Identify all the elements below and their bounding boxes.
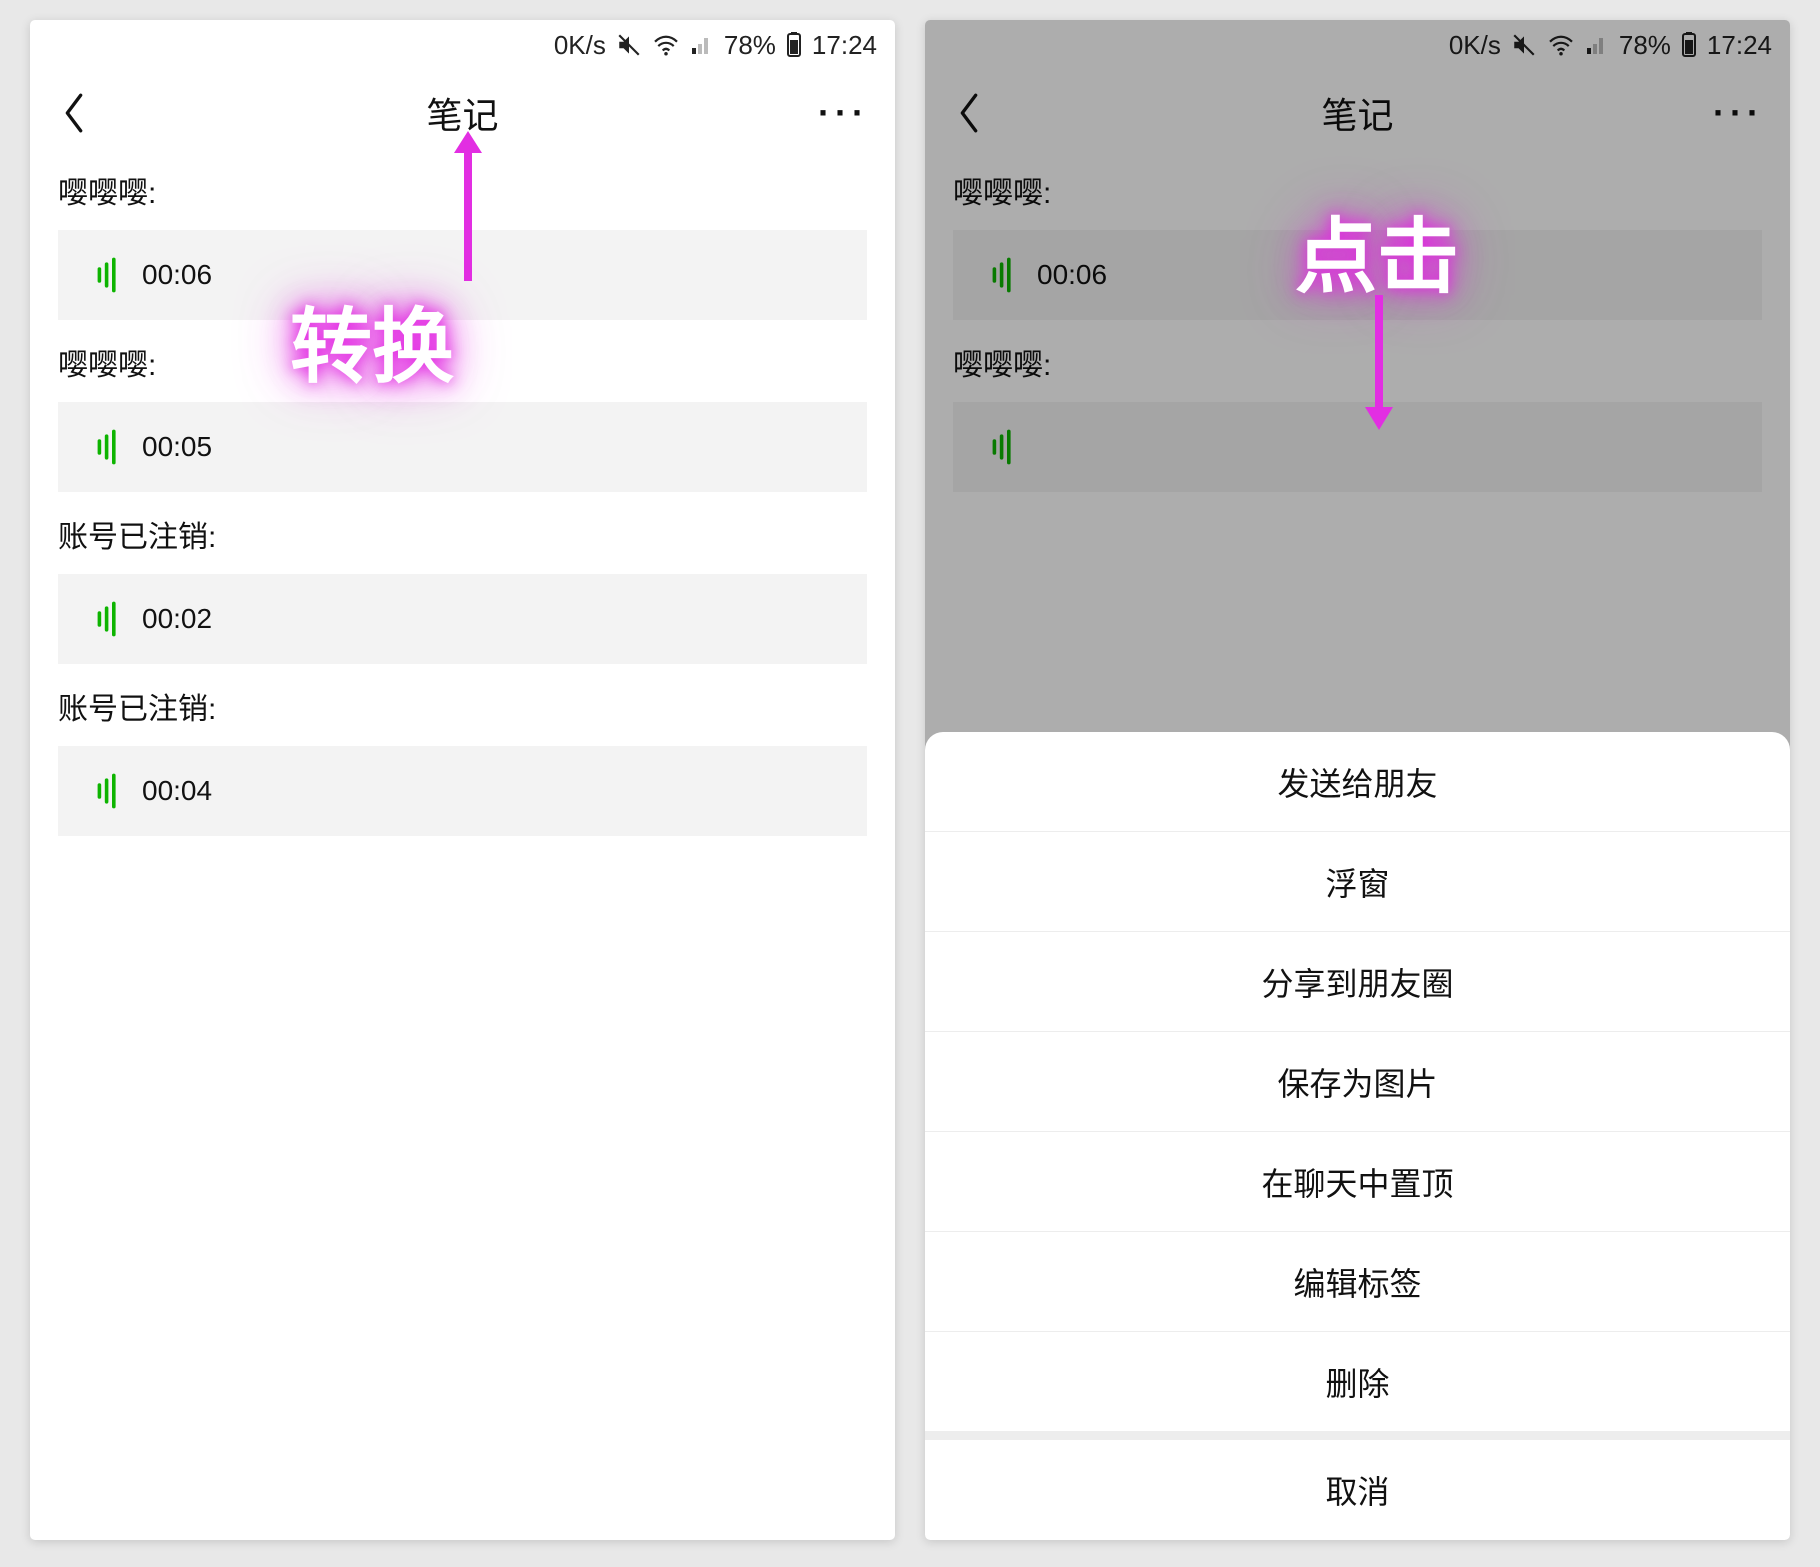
option-delete[interactable]: 删除 bbox=[925, 1332, 1790, 1432]
voice-message[interactable]: 00:06 bbox=[953, 230, 1762, 320]
signal-icon bbox=[690, 34, 714, 56]
duration: 00:05 bbox=[142, 431, 212, 463]
voice-entry: 嘤嘤嘤: bbox=[925, 328, 1790, 500]
wifi-icon bbox=[652, 34, 680, 56]
option-float-window[interactable]: 浮窗 bbox=[925, 832, 1790, 932]
back-button[interactable] bbox=[50, 89, 98, 137]
note-content: 嘤嘤嘤: 00:06 嘤嘤嘤: bbox=[925, 156, 1790, 500]
battery-percent: 78% bbox=[1619, 30, 1671, 61]
option-send-to-friend[interactable]: 发送给朋友 bbox=[925, 732, 1790, 832]
voice-entry: 嘤嘤嘤: 00:06 bbox=[925, 156, 1790, 328]
option-edit-tags[interactable]: 编辑标签 bbox=[925, 1232, 1790, 1332]
voice-entry: 账号已注销: 00:04 bbox=[30, 672, 895, 844]
battery-icon bbox=[786, 32, 802, 58]
status-bar: 0K/s 78% 17:24 bbox=[30, 20, 895, 70]
sheet-spacer bbox=[925, 1432, 1790, 1440]
status-bar: 0K/s 78% 17:24 bbox=[925, 20, 1790, 70]
net-speed: 0K/s bbox=[1449, 30, 1501, 61]
page-title: 笔记 bbox=[426, 87, 498, 139]
voice-icon bbox=[989, 429, 1019, 465]
voice-icon bbox=[94, 257, 124, 293]
phone-left: 0K/s 78% 17:24 笔记 ··· 嘤嘤嘤: 00: bbox=[30, 20, 895, 1540]
more-button[interactable]: ··· bbox=[1713, 92, 1770, 134]
more-button[interactable]: ··· bbox=[818, 92, 875, 134]
voice-message[interactable] bbox=[953, 402, 1762, 492]
net-speed: 0K/s bbox=[554, 30, 606, 61]
mute-icon bbox=[1511, 32, 1537, 58]
mute-icon bbox=[616, 32, 642, 58]
duration: 00:06 bbox=[142, 259, 212, 291]
voice-message[interactable]: 00:02 bbox=[58, 574, 867, 664]
phone-right: 0K/s 78% 17:24 笔记 ··· 嘤嘤嘤: 00: bbox=[925, 20, 1790, 1540]
voice-entry: 嘤嘤嘤: 00:05 bbox=[30, 328, 895, 500]
voice-message[interactable]: 00:05 bbox=[58, 402, 867, 492]
voice-icon bbox=[94, 773, 124, 809]
battery-icon bbox=[1681, 32, 1697, 58]
navbar: 笔记 ··· bbox=[925, 70, 1790, 156]
option-save-as-image[interactable]: 保存为图片 bbox=[925, 1032, 1790, 1132]
duration: 00:04 bbox=[142, 775, 212, 807]
voice-entry: 嘤嘤嘤: 00:06 bbox=[30, 156, 895, 328]
duration: 00:02 bbox=[142, 603, 212, 635]
action-sheet: 发送给朋友 浮窗 分享到朋友圈 保存为图片 在聊天中置顶 编辑标签 删除 取消 bbox=[925, 732, 1790, 1540]
page-title: 笔记 bbox=[1321, 87, 1393, 139]
sender-label: 嘤嘤嘤: bbox=[953, 168, 1762, 212]
option-pin-in-chat[interactable]: 在聊天中置顶 bbox=[925, 1132, 1790, 1232]
sender-label: 账号已注销: bbox=[58, 512, 867, 556]
wifi-icon bbox=[1547, 34, 1575, 56]
voice-icon bbox=[94, 429, 124, 465]
sender-label: 嘤嘤嘤: bbox=[58, 168, 867, 212]
sender-label: 嘤嘤嘤: bbox=[58, 340, 867, 384]
voice-message[interactable]: 00:06 bbox=[58, 230, 867, 320]
sender-label: 嘤嘤嘤: bbox=[953, 340, 1762, 384]
clock: 17:24 bbox=[812, 30, 877, 61]
back-button[interactable] bbox=[945, 89, 993, 137]
voice-message[interactable]: 00:04 bbox=[58, 746, 867, 836]
battery-percent: 78% bbox=[724, 30, 776, 61]
signal-icon bbox=[1585, 34, 1609, 56]
note-content: 嘤嘤嘤: 00:06 嘤嘤嘤: 00:05 账号已注销: bbox=[30, 156, 895, 844]
option-share-moments[interactable]: 分享到朋友圈 bbox=[925, 932, 1790, 1032]
option-cancel[interactable]: 取消 bbox=[925, 1440, 1790, 1540]
navbar: 笔记 ··· bbox=[30, 70, 895, 156]
clock: 17:24 bbox=[1707, 30, 1772, 61]
voice-entry: 账号已注销: 00:02 bbox=[30, 500, 895, 672]
voice-icon bbox=[94, 601, 124, 637]
voice-icon bbox=[989, 257, 1019, 293]
duration: 00:06 bbox=[1037, 259, 1107, 291]
sender-label: 账号已注销: bbox=[58, 684, 867, 728]
